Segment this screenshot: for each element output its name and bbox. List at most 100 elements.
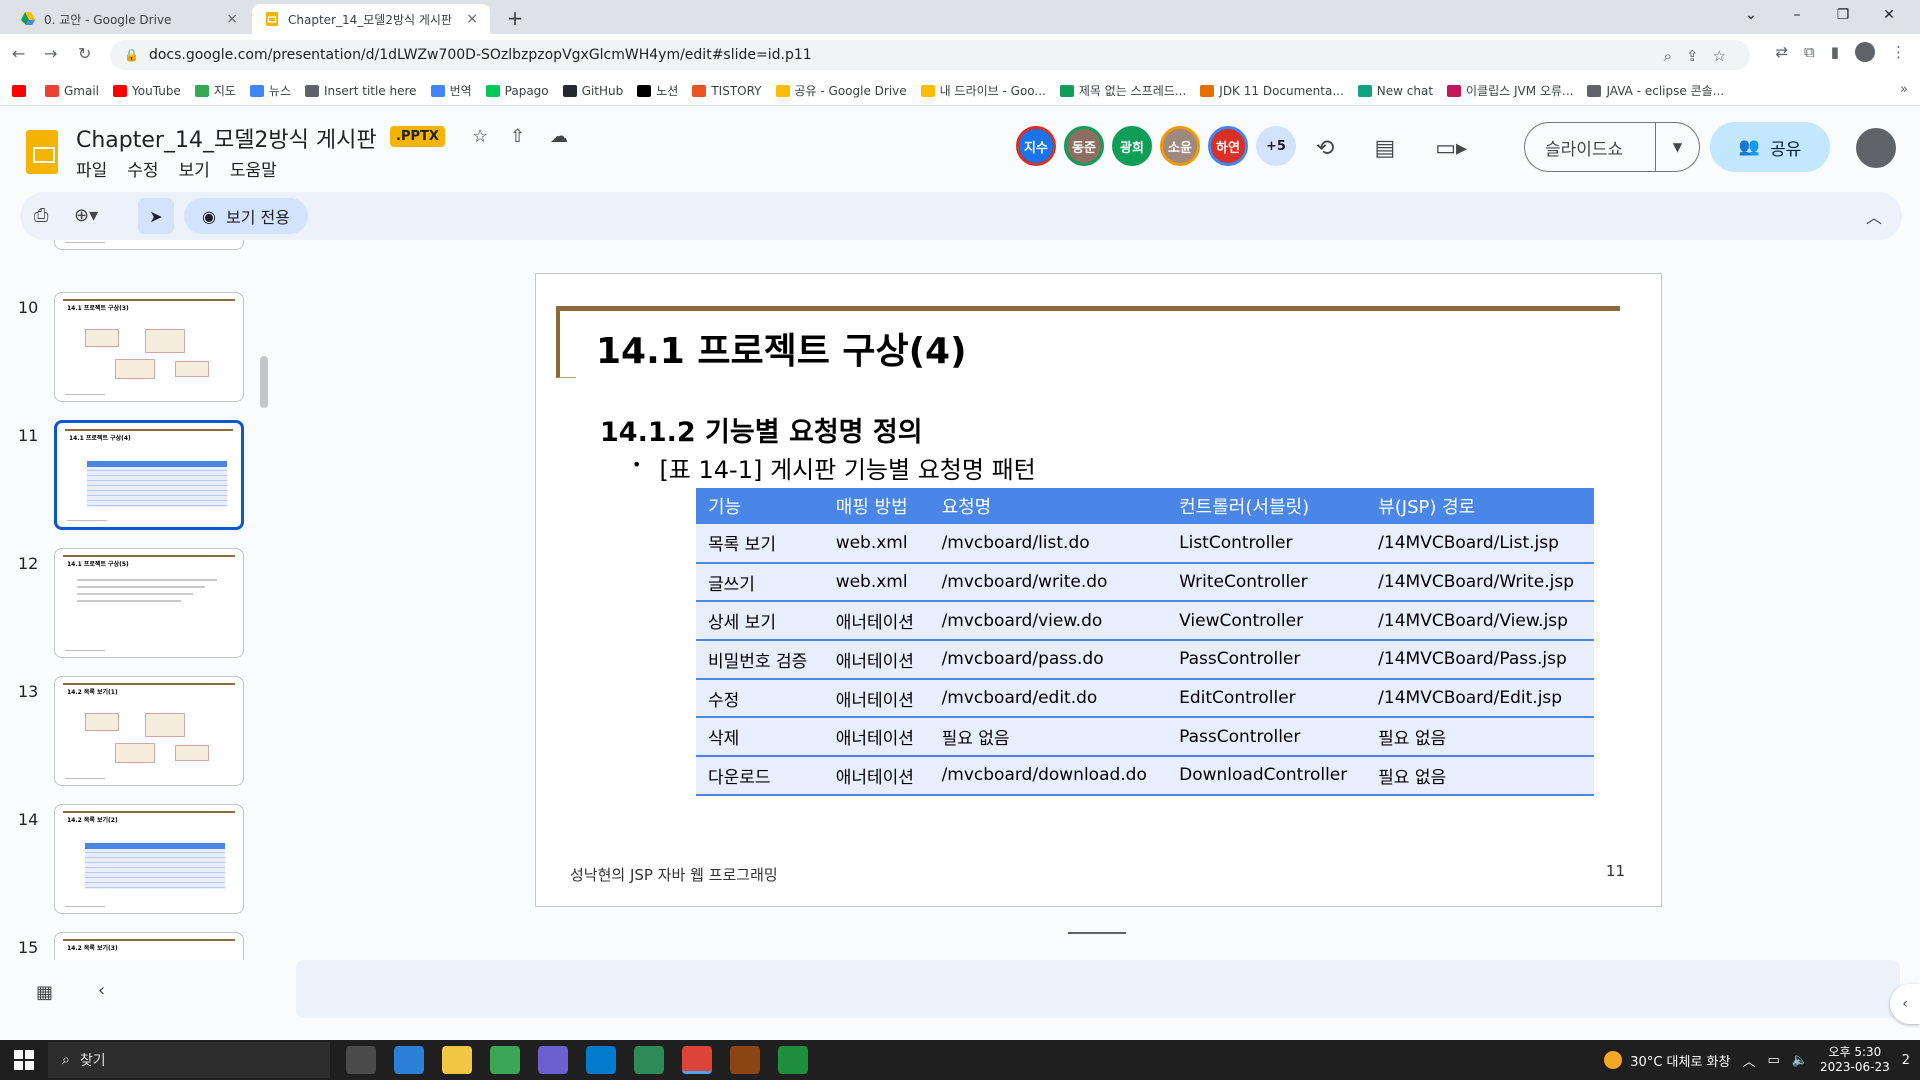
slide-thumbnail-row[interactable]: 12 14.1 프로젝트 구상(5) <box>0 548 260 664</box>
slide-thumbnail-row[interactable]: 11 14.1 프로젝트 구상(4) <box>0 420 260 536</box>
menu-edit[interactable]: 수정 <box>127 156 158 181</box>
share-page-icon[interactable]: ⇪ <box>1686 47 1699 65</box>
slide-resize-handle[interactable] <box>1068 932 1126 934</box>
menu-view[interactable]: 보기 <box>179 156 210 181</box>
weather-widget[interactable]: 30°C 대체로 화창 <box>1604 1051 1730 1070</box>
bookmark-item[interactable]: JDK 11 Documenta... <box>1200 84 1344 98</box>
bookmark-item[interactable]: 이클립스 JVM 오류... <box>1447 82 1573 99</box>
bookmark-star-icon[interactable]: ☆ <box>1713 47 1726 65</box>
bookmark-item[interactable]: 번역 <box>430 82 472 99</box>
slide-thumbnail-row[interactable]: 15 14.2 목록 보기(3) <box>0 932 260 960</box>
new-tab-button[interactable]: + <box>502 6 528 32</box>
extensions-puzzle-icon[interactable]: ⧉ <box>1804 43 1815 61</box>
slide-thumbnail-row[interactable]: 13 14.2 목록 보기(1) <box>0 676 260 792</box>
slides-logo-icon[interactable] <box>26 130 58 174</box>
bookmark-item[interactable]: Papago <box>485 84 549 98</box>
close-window-button[interactable]: ✕ <box>1866 4 1912 26</box>
close-tab-icon[interactable]: × <box>226 11 238 27</box>
more-bookmarks-icon[interactable]: » <box>1900 82 1908 97</box>
restore-button[interactable]: ❐ <box>1820 4 1866 26</box>
profile-avatar[interactable] <box>1855 42 1875 62</box>
print-icon[interactable]: ⎙ <box>34 205 48 226</box>
bookmark-item[interactable]: JAVA - eclipse 콘솔... <box>1587 82 1724 99</box>
eclipse-icon[interactable] <box>538 1046 568 1074</box>
grid-view-icon[interactable]: ▦ <box>36 982 53 1003</box>
slide-thumbnail[interactable]: 14.1 프로젝트 구상(5) <box>54 548 244 658</box>
bookmark-item[interactable]: 지도 <box>194 82 236 99</box>
bookmark-item[interactable]: 뉴스 <box>249 82 291 99</box>
share-button[interactable]: 👥 공유 <box>1710 122 1830 172</box>
network-icon[interactable]: ▭ <box>1767 1053 1779 1068</box>
select-cursor-icon[interactable]: ➤ <box>138 198 174 234</box>
collaborator-avatar[interactable]: 소윤 <box>1160 126 1200 166</box>
collaborator-avatar[interactable]: 동준 <box>1064 126 1104 166</box>
close-tab-icon[interactable]: × <box>466 11 478 27</box>
chrome-menu-icon[interactable]: ⋮ <box>1891 43 1906 61</box>
app-icon[interactable] <box>634 1046 664 1074</box>
bookmark-item[interactable] <box>12 84 31 97</box>
comments-icon[interactable]: ▤ <box>1374 136 1395 161</box>
bookmark-item[interactable]: 노션 <box>637 82 678 99</box>
slide-thumbnail[interactable]: 14.2 목록 보기(1) <box>54 676 244 786</box>
taskbar-clock[interactable]: 오후 5:30 2023-06-23 <box>1820 1045 1890 1075</box>
tab-google-drive[interactable]: 0. 교안 - Google Drive × <box>8 4 250 34</box>
bookmark-item[interactable]: Insert title here <box>305 84 417 98</box>
app-icon[interactable] <box>778 1046 808 1074</box>
volume-icon[interactable]: 🔈 <box>1792 1053 1808 1068</box>
document-title[interactable]: Chapter_14_모델2방식 게시판 <box>76 122 377 154</box>
bookmark-item[interactable]: 제목 없는 스프레드... <box>1059 82 1186 99</box>
slide-thumbnail[interactable] <box>54 240 244 250</box>
expand-side-panel-icon[interactable]: ‹ <box>1890 984 1920 1024</box>
move-to-folder-icon[interactable]: ⇧ <box>510 126 525 147</box>
bookmark-item[interactable]: New chat <box>1357 84 1433 98</box>
minimize-button[interactable]: – <box>1774 4 1820 26</box>
bookmark-item[interactable]: GitHub <box>562 84 623 98</box>
app-icon[interactable] <box>490 1046 520 1074</box>
slide-thumbnail[interactable]: 14.1 프로젝트 구상(4) <box>54 420 244 530</box>
tab-search-icon[interactable]: ⌄ <box>1728 4 1774 26</box>
slide-thumbnail-row[interactable]: 10 14.1 프로젝트 구상(3) <box>0 292 260 408</box>
zoom-icon[interactable]: ⊕▾ <box>74 205 98 226</box>
meet-camera-icon[interactable]: ▭▸ <box>1435 136 1467 161</box>
menu-help[interactable]: 도움말 <box>230 156 277 181</box>
vscode-icon[interactable] <box>586 1046 616 1074</box>
task-view-icon[interactable] <box>346 1046 376 1074</box>
tab-slides[interactable]: Chapter_14_모델2방식 게시판 × <box>252 4 490 34</box>
chevron-down-icon[interactable]: ▼ <box>1655 123 1699 171</box>
slide-thumbnail[interactable]: 14.1 프로젝트 구상(3) <box>54 292 244 402</box>
file-explorer-icon[interactable] <box>442 1046 472 1074</box>
bookmark-item[interactable]: 내 드라이브 - Goo... <box>920 82 1046 99</box>
slide-thumbnail[interactable]: 14.2 목록 보기(2) <box>54 804 244 914</box>
reload-icon[interactable]: ↻ <box>78 44 91 63</box>
more-collaborators-button[interactable]: +5 <box>1256 126 1296 166</box>
bookmark-item[interactable]: YouTube <box>113 84 181 98</box>
tray-chevron-icon[interactable]: ︿ <box>1742 1051 1755 1070</box>
menu-file[interactable]: 파일 <box>76 156 107 181</box>
bookmark-item[interactable]: 공유 - Google Drive <box>775 82 907 99</box>
collapse-toolbar-icon[interactable]: ︿ <box>1866 204 1882 228</box>
address-bar[interactable]: 🔒 docs.google.com/presentation/d/1dLWZw7… <box>110 40 1750 70</box>
collapse-filmstrip-icon[interactable]: ‹ <box>98 980 105 1001</box>
slide-canvas[interactable]: 14.1 프로젝트 구상(4) 14.1.2 기능별 요청명 정의 • [표 1… <box>535 273 1662 907</box>
side-panel-icon[interactable]: ▮ <box>1831 43 1839 61</box>
cloud-status-icon[interactable]: ☁ <box>550 126 568 147</box>
app-icon[interactable] <box>394 1046 424 1074</box>
collaborator-avatar[interactable]: 지수 <box>1016 126 1056 166</box>
bookmark-item[interactable]: Gmail <box>45 84 99 98</box>
app-icon[interactable] <box>730 1046 760 1074</box>
translate-extension-icon[interactable]: ⇄ <box>1775 43 1788 61</box>
slide-thumbnail[interactable]: 14.2 목록 보기(3) <box>54 932 244 960</box>
taskbar-search[interactable]: ⌕ 찾기 <box>48 1042 330 1078</box>
filmstrip-scrollbar[interactable] <box>260 356 268 408</box>
collaborator-avatar[interactable]: 광희 <box>1112 126 1152 166</box>
windows-start-icon[interactable] <box>14 1050 34 1070</box>
view-only-button[interactable]: ◉ 보기 전용 <box>184 198 308 234</box>
forward-icon[interactable]: → <box>44 44 57 63</box>
slide-thumbnail-partial[interactable] <box>0 240 260 256</box>
slide-thumbnail-row[interactable]: 14 14.2 목록 보기(2) <box>0 804 260 920</box>
zoom-icon[interactable]: ⌕ <box>1664 47 1672 65</box>
speaker-notes[interactable] <box>296 960 1900 1018</box>
account-avatar[interactable] <box>1856 128 1896 168</box>
back-icon[interactable]: ← <box>12 44 25 63</box>
version-history-icon[interactable]: ⟲ <box>1316 136 1334 161</box>
